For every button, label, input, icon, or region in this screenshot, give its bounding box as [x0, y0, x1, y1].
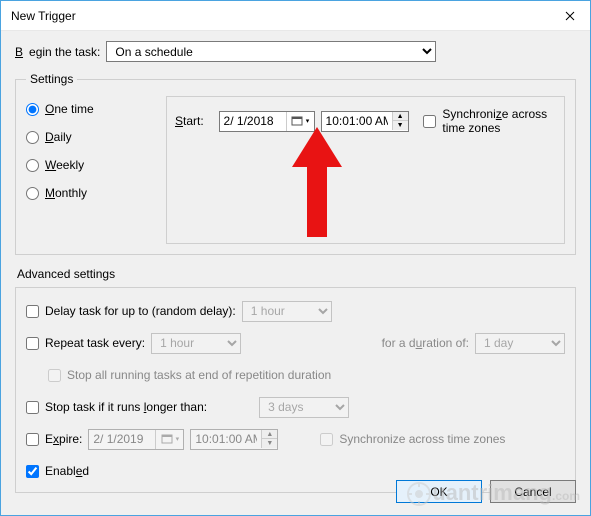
expire-date-picker: ▾ [88, 429, 184, 450]
expire-date-field [89, 430, 155, 449]
calendar-icon [161, 433, 175, 445]
stop-all-checkbox [48, 369, 61, 382]
ok-button[interactable]: OK [396, 480, 482, 503]
expire-sync-checkbox [320, 433, 333, 446]
settings-legend: Settings [26, 72, 77, 86]
calendar-icon [291, 115, 305, 127]
spin-down-icon[interactable]: ▼ [393, 121, 408, 130]
duration-label: for a duration of: [382, 336, 469, 350]
expire-label: Expire: [45, 432, 82, 446]
sync-timezone-checkbox[interactable] [423, 115, 436, 128]
delay-select: 1 hour [242, 301, 332, 322]
stop-if-checkbox[interactable] [26, 401, 39, 414]
dialog-footer: OK Cancel [396, 480, 576, 503]
dialog-window: New Trigger Begin the task: On a schedul… [0, 0, 591, 516]
radio-monthly[interactable] [26, 187, 39, 200]
repeat-interval-select: 1 hour [151, 333, 241, 354]
stop-all-label: Stop all running tasks at end of repetit… [67, 368, 331, 382]
start-time-field[interactable] [322, 112, 392, 131]
repeat-checkbox[interactable] [26, 337, 39, 350]
advanced-settings-title: Advanced settings [17, 267, 576, 281]
delay-checkbox[interactable] [26, 305, 39, 318]
spin-down-icon: ▼ [262, 439, 277, 448]
radio-daily[interactable] [26, 131, 39, 144]
radio-daily-label: Daily [45, 130, 72, 144]
start-label: Start: [175, 114, 204, 128]
repeat-label: Repeat task every: [45, 336, 145, 350]
annotation-arrow [287, 127, 347, 237]
radio-weekly-label: Weekly [45, 158, 84, 172]
enabled-checkbox[interactable] [26, 465, 39, 478]
close-button[interactable] [550, 1, 590, 31]
start-date-field[interactable] [220, 112, 286, 131]
titlebar: New Trigger [1, 1, 590, 31]
expire-sync-label: Synchronize across time zones [339, 432, 505, 446]
stop-if-label: Stop task if it runs longer than: [45, 400, 207, 414]
advanced-settings-box: Delay task for up to (random delay): 1 h… [15, 287, 576, 493]
start-panel: Start: ▾ ▲▼ [166, 96, 565, 244]
time-spinner[interactable]: ▲▼ [392, 112, 408, 130]
radio-one-time[interactable] [26, 103, 39, 116]
settings-fieldset: Settings One time Daily Weekly Monthly S… [15, 72, 576, 255]
start-time-picker[interactable]: ▲▼ [321, 111, 409, 132]
expire-time-picker: ▲▼ [190, 429, 278, 450]
delay-label: Delay task for up to (random delay): [45, 304, 236, 318]
radio-one-time-label: One time [45, 102, 94, 116]
sync-timezone-label: Synchronize across time zones [442, 107, 556, 135]
enabled-label: Enabled [45, 464, 89, 478]
expire-calendar-button: ▾ [155, 430, 183, 449]
radio-weekly[interactable] [26, 159, 39, 172]
expire-time-field [191, 430, 261, 449]
spin-up-icon[interactable]: ▲ [393, 112, 408, 121]
begin-task-select[interactable]: On a schedule [106, 41, 436, 62]
expire-checkbox[interactable] [26, 433, 39, 446]
begin-task-row: Begin the task: On a schedule [15, 41, 576, 62]
start-date-picker[interactable]: ▾ [219, 111, 315, 132]
spin-up-icon: ▲ [262, 430, 277, 439]
stop-if-select: 3 days [259, 397, 349, 418]
frequency-radios: One time Daily Weekly Monthly [26, 96, 166, 244]
radio-monthly-label: Monthly [45, 186, 87, 200]
expire-time-spinner: ▲▼ [261, 430, 277, 448]
close-icon [565, 11, 575, 21]
cancel-button[interactable]: Cancel [490, 480, 576, 503]
window-title: New Trigger [11, 9, 550, 23]
begin-task-label: Begin the task: [15, 45, 100, 59]
content-area: Begin the task: On a schedule Settings O… [1, 31, 590, 503]
duration-select: 1 day [475, 333, 565, 354]
calendar-dropdown-button[interactable]: ▾ [286, 112, 314, 131]
